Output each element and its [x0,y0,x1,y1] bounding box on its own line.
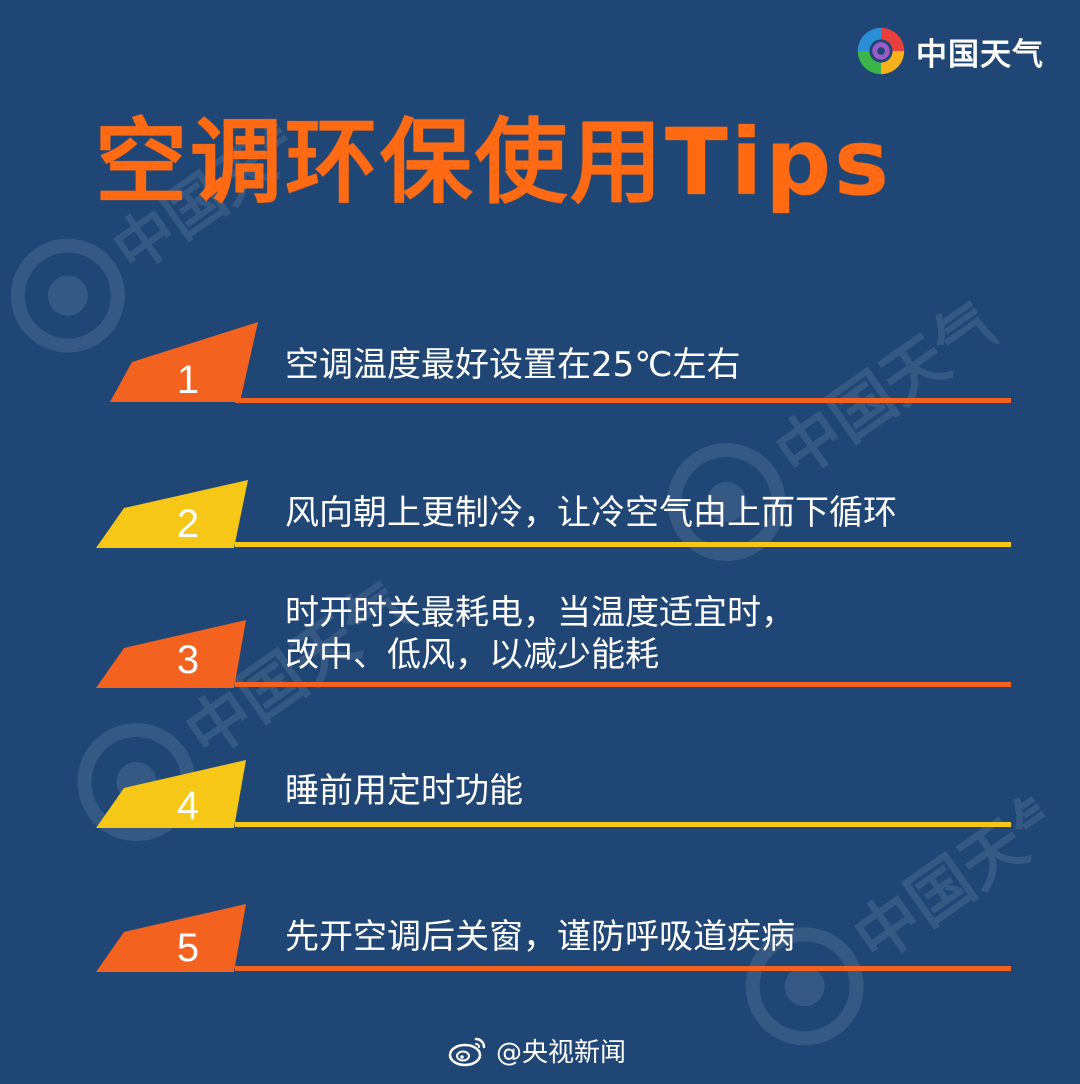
weibo-icon [448,1037,486,1066]
tip-number: 4 [176,784,200,828]
tip-underline [235,398,1011,403]
tip-underline [235,542,1011,547]
tip-number: 5 [176,926,200,970]
tip-text-line: 改中、低风，以减少能耗 [285,635,659,675]
source-text: @央视新闻 [496,1038,627,1068]
tip-underline [235,822,1011,827]
watermark-text-2: 中国天气 [763,286,1015,493]
tip-underline [235,682,1011,687]
tip-text-line: 风向朝上更制冷，让冷空气由上而下循环 [285,493,897,533]
source-credit: @央视新闻 [448,1032,626,1069]
tip-number: 1 [176,358,200,402]
watermark-middle-right: 中国天气 [633,264,1027,600]
tip-number: 2 [176,502,200,546]
tip-text-line: 先开空调后关窗，谨防呼吸道疾病 [285,917,795,957]
tip-number-badge [110,322,258,402]
poster: 中国天气 中国天气 中国天气 中国天气 中国天气 空调环保使用Tips 1 空调… [0,0,1080,1080]
tip-text: 时开时关最耗电，当温度适宜时， 改中、低风，以减少能耗 [285,592,795,676]
tip-number-badge [96,904,246,972]
tip-underline [235,966,1011,971]
rainbow-swirl-icon [857,27,905,75]
brand-logo: 中国天气 [852,22,1044,80]
tip-text-line: 空调温度最好设置在25℃左右 [285,345,741,385]
tip-text: 睡前用定时功能 [285,770,523,812]
tip-text: 空调温度最好设置在25℃左右 [285,344,740,386]
tip-text-line: 睡前用定时功能 [285,771,523,811]
tip-number-badge [96,760,246,828]
tip-number-badge [96,480,248,548]
brand-name: 中国天气 [916,36,1044,73]
tip-text: 风向朝上更制冷，让冷空气由上而下循环 [285,492,897,534]
watermark-text-4: 中国天气 [841,770,1080,977]
tip-text-line: 时开时关最耗电，当温度适宜时， [285,593,795,633]
tip-number-badge [96,620,246,688]
tip-text: 先开空调后关窗，谨防呼吸道疾病 [285,916,795,958]
page-title: 空调环保使用Tips [95,109,892,216]
tip-number: 3 [176,638,200,682]
